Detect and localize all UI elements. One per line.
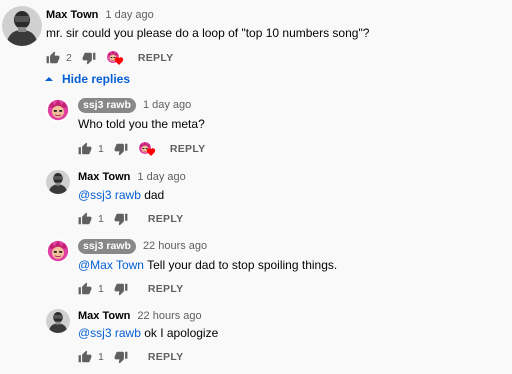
- chevron-up-icon: [45, 77, 53, 81]
- comment-time[interactable]: 1 day ago: [105, 9, 153, 21]
- reply: ssj3 rawb 22 hours ago @Max Town Tell yo…: [0, 237, 512, 305]
- reply-time[interactable]: 1 day ago: [137, 171, 185, 183]
- creator-heart-badge: [138, 141, 156, 157]
- mention-link[interactable]: @ssj3 rawb: [78, 188, 141, 202]
- reply: Max Town 1 day ago @ssj3 rawb dad 1 REPL…: [0, 168, 512, 234]
- thumb-up-icon[interactable]: [46, 51, 60, 65]
- reply-text: @ssj3 rawb dad: [78, 187, 164, 203]
- reply-body: ok I apologize: [140, 326, 219, 340]
- reply-time[interactable]: 1 day ago: [143, 99, 191, 111]
- reply-body: Who told you the meta?: [78, 117, 205, 131]
- reply-header: Max Town 1 day ago: [78, 170, 186, 184]
- creator-heart-badge: [106, 50, 124, 66]
- comment-actions: 2 REPLY: [46, 49, 173, 67]
- avatar-gray-icon: [2, 6, 42, 46]
- avatar-gray-icon: [46, 309, 70, 333]
- heart-icon: [146, 147, 156, 157]
- avatar-pink-icon: [46, 98, 70, 122]
- avatar-gray-icon: [46, 170, 70, 194]
- reply-button[interactable]: REPLY: [138, 52, 174, 64]
- reply-header: ssj3 rawb 22 hours ago: [78, 239, 207, 254]
- thumb-down-icon[interactable]: [82, 51, 96, 65]
- like-count: 1: [98, 213, 104, 225]
- comment-thread: Max Town 1 day ago mr. sir could you ple…: [0, 0, 512, 70]
- reply-button[interactable]: REPLY: [148, 351, 184, 363]
- comment-text: mr. sir could you please do a loop of "t…: [46, 25, 369, 41]
- reply-author-chip[interactable]: ssj3 rawb: [78, 239, 136, 254]
- like-count: 2: [66, 52, 72, 64]
- mention-link[interactable]: @Max Town: [78, 258, 144, 272]
- reply-actions: 1 REPLY: [78, 140, 205, 158]
- reply-author[interactable]: Max Town: [78, 310, 130, 322]
- avatar[interactable]: [2, 6, 42, 46]
- thumb-down-icon[interactable]: [114, 212, 128, 226]
- reply-body: dad: [140, 188, 165, 202]
- avatar[interactable]: [46, 170, 70, 194]
- reply-header: ssj3 rawb 1 day ago: [78, 98, 191, 113]
- heart-icon: [114, 56, 124, 66]
- reply-author-chip[interactable]: ssj3 rawb: [78, 98, 136, 113]
- thumb-down-icon[interactable]: [114, 142, 128, 156]
- like-count: 1: [98, 143, 104, 155]
- reply: Max Town 22 hours ago @ssj3 rawb ok I ap…: [0, 307, 512, 373]
- reply-time[interactable]: 22 hours ago: [143, 240, 207, 252]
- thumb-up-icon[interactable]: [78, 350, 92, 364]
- thumb-down-icon[interactable]: [114, 350, 128, 364]
- reply: ssj3 rawb 1 day ago Who told you the met…: [0, 96, 512, 166]
- thumb-up-icon[interactable]: [78, 142, 92, 156]
- reply-button[interactable]: REPLY: [148, 283, 184, 295]
- reply-button[interactable]: REPLY: [148, 213, 184, 225]
- reply-header: Max Town 22 hours ago: [78, 309, 202, 323]
- thumb-down-icon[interactable]: [114, 282, 128, 296]
- reply-text: @ssj3 rawb ok I apologize: [78, 325, 218, 341]
- reply-button[interactable]: REPLY: [170, 143, 206, 155]
- reply-time[interactable]: 22 hours ago: [137, 310, 201, 322]
- comment-author[interactable]: Max Town: [46, 9, 98, 21]
- reply-text: Who told you the meta?: [78, 116, 205, 132]
- reply-actions: 1 REPLY: [78, 280, 183, 298]
- avatar[interactable]: [46, 98, 70, 122]
- like-count: 1: [98, 351, 104, 363]
- hide-replies-label: Hide replies: [62, 72, 131, 86]
- reply-text: @Max Town Tell your dad to stop spoiling…: [78, 257, 337, 273]
- mention-link[interactable]: @ssj3 rawb: [78, 326, 141, 340]
- reply-actions: 1 REPLY: [78, 348, 183, 366]
- hide-replies-button[interactable]: Hide replies: [44, 72, 130, 86]
- comment-body: mr. sir could you please do a loop of "t…: [46, 26, 370, 40]
- reply-body: Tell your dad to stop spoiling things.: [143, 258, 338, 272]
- like-count: 1: [98, 283, 104, 295]
- thumb-up-icon[interactable]: [78, 282, 92, 296]
- reply-actions: 1 REPLY: [78, 210, 183, 228]
- thumb-up-icon[interactable]: [78, 212, 92, 226]
- reply-author[interactable]: Max Town: [78, 171, 130, 183]
- avatar[interactable]: [46, 239, 70, 263]
- avatar-pink-icon: [46, 239, 70, 263]
- comment-header: Max Town 1 day ago: [46, 8, 154, 22]
- avatar[interactable]: [46, 309, 70, 333]
